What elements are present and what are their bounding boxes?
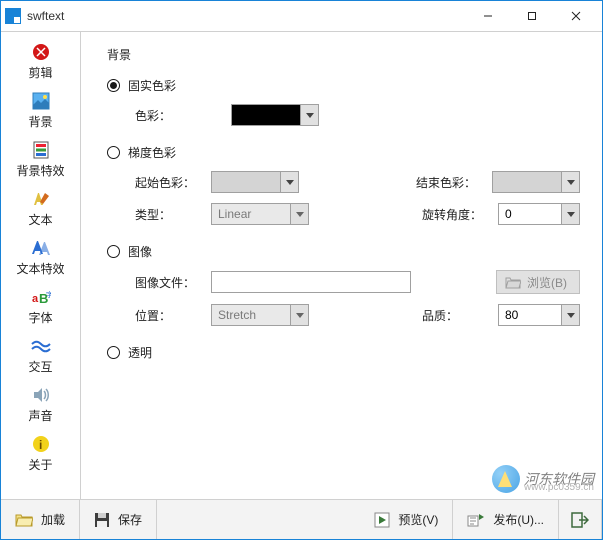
quality-label: 品质： — [422, 307, 498, 324]
watermark-icon — [492, 465, 520, 493]
radio-image[interactable] — [107, 245, 120, 258]
chevron-down-icon[interactable] — [291, 304, 309, 326]
svg-text:字: 字 — [46, 290, 51, 299]
background-icon — [31, 91, 51, 111]
publish-button[interactable]: 发布(U)... — [453, 500, 559, 539]
solid-color-swatch[interactable] — [231, 104, 301, 126]
sidebar-item-background[interactable]: 背景 — [1, 87, 80, 136]
angle-spinbox[interactable] — [498, 203, 580, 225]
sidebar-item-text[interactable]: 文本 — [1, 185, 80, 234]
radio-solid[interactable] — [107, 79, 120, 92]
grad-type-combo[interactable]: Linear — [211, 203, 309, 225]
radio-gradient[interactable] — [107, 146, 120, 159]
sidebar-item-bgfx[interactable]: 背景特效 — [1, 136, 80, 185]
chevron-down-icon[interactable] — [562, 171, 580, 193]
publish-icon — [467, 512, 485, 528]
title-bar: swftext — [1, 1, 602, 31]
footer-toolbar: 加载 保存 预览(V) 发布(U)... — [1, 499, 602, 539]
preview-icon — [374, 512, 390, 528]
interact-icon — [31, 336, 51, 356]
image-file-label: 图像文件： — [135, 274, 211, 291]
maximize-button[interactable] — [510, 2, 554, 30]
sidebar-item-sound[interactable]: 声音 — [1, 381, 80, 430]
quality-input[interactable] — [498, 304, 562, 326]
grad-type-label: 类型： — [135, 206, 211, 223]
svg-text:a: a — [32, 293, 39, 305]
chevron-down-icon[interactable] — [291, 203, 309, 225]
chevron-down-icon[interactable] — [562, 304, 580, 326]
textfx-icon — [31, 238, 51, 258]
text-icon — [31, 189, 51, 209]
load-button[interactable]: 加载 — [1, 500, 80, 539]
position-label: 位置： — [135, 307, 211, 324]
svg-text:i: i — [39, 438, 42, 452]
close-button[interactable] — [554, 2, 598, 30]
about-icon: i — [31, 434, 51, 454]
image-file-input[interactable] — [211, 271, 411, 293]
save-button[interactable]: 保存 — [80, 500, 157, 539]
sidebar-item-font[interactable]: aB字 字体 — [1, 283, 80, 332]
font-icon: aB字 — [31, 287, 51, 307]
sound-icon — [31, 385, 51, 405]
start-color-label: 起始色彩： — [135, 174, 211, 191]
chevron-down-icon[interactable] — [562, 203, 580, 225]
radio-gradient-label[interactable]: 梯度色彩 — [128, 144, 176, 161]
position-value: Stretch — [211, 304, 291, 326]
angle-label: 旋转角度： — [422, 206, 498, 223]
folder-open-icon — [505, 275, 521, 289]
chevron-down-icon[interactable] — [281, 171, 299, 193]
position-combo[interactable]: Stretch — [211, 304, 309, 326]
grad-type-value: Linear — [211, 203, 291, 225]
window-title: swftext — [27, 9, 64, 23]
solid-color-label: 色彩： — [135, 107, 211, 124]
scissors-icon — [31, 42, 51, 62]
sidebar: 剪辑 背景 背景特效 文本 文本特效 aB字 字体 — [1, 32, 81, 499]
minimize-button[interactable] — [466, 2, 510, 30]
radio-image-label[interactable]: 图像 — [128, 243, 152, 260]
sidebar-item-about[interactable]: i 关于 — [1, 430, 80, 479]
angle-input[interactable] — [498, 203, 562, 225]
section-title: 背景 — [107, 46, 580, 63]
solid-color-combo[interactable] — [231, 104, 319, 126]
preview-button[interactable]: 预览(V) — [360, 500, 453, 539]
bgfx-icon — [31, 140, 51, 160]
sidebar-item-textfx[interactable]: 文本特效 — [1, 234, 80, 283]
folder-open-icon — [15, 512, 33, 528]
start-color-combo[interactable] — [211, 171, 299, 193]
exit-icon — [571, 512, 589, 528]
browse-button[interactable]: 浏览(B) — [496, 270, 580, 294]
watermark: 河东软件园 www.pc0359.cn — [492, 465, 594, 493]
app-icon — [5, 8, 21, 24]
save-icon — [94, 512, 110, 528]
end-color-combo[interactable] — [492, 171, 580, 193]
main-panel: 背景 固实色彩 色彩： 梯度色彩 起始色彩： — [81, 32, 602, 499]
end-color-swatch[interactable] — [492, 171, 562, 193]
radio-transparent-label[interactable]: 透明 — [128, 344, 152, 361]
exit-button[interactable] — [559, 500, 602, 539]
quality-spinbox[interactable] — [498, 304, 580, 326]
end-color-label: 结束色彩： — [416, 174, 492, 191]
radio-solid-label[interactable]: 固实色彩 — [128, 77, 176, 94]
radio-transparent[interactable] — [107, 346, 120, 359]
sidebar-item-interact[interactable]: 交互 — [1, 332, 80, 381]
start-color-swatch[interactable] — [211, 171, 281, 193]
sidebar-item-clip[interactable]: 剪辑 — [1, 38, 80, 87]
chevron-down-icon[interactable] — [301, 104, 319, 126]
